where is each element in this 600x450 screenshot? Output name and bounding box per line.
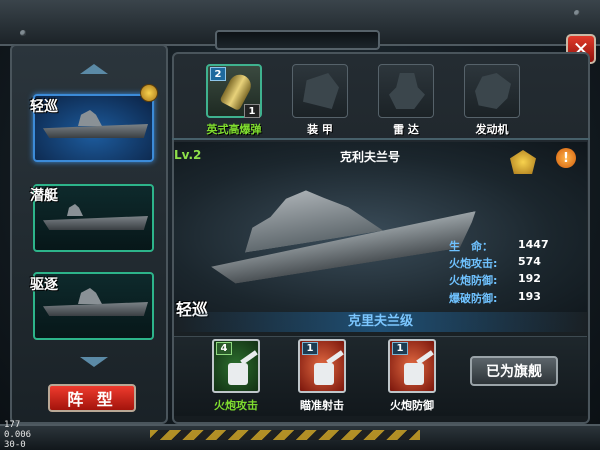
debug-readout: 0.006 — [4, 430, 32, 440]
turret-icon — [404, 363, 424, 385]
radar-icon — [389, 73, 425, 109]
skill-level: 4 — [216, 342, 232, 355]
ship-class-name: 克里夫兰级 — [174, 312, 587, 332]
ship-type-label: 驱逐 — [30, 277, 58, 293]
skill-slot-gun-attack[interactable]: 4 — [212, 339, 260, 393]
game-screen: ✕ 轻巡 潜艇 驱逐 阵 型 2 1 英式高爆弹 装 甲 雷 达 发动机 Lv.… — [0, 0, 600, 450]
title-slot — [215, 30, 380, 50]
armor-icon — [303, 73, 339, 109]
equip-count-bottom: 1 — [244, 104, 260, 118]
equip-label: 发动机 — [475, 123, 509, 136]
ship-thumbnail — [78, 288, 102, 304]
ship-thumbnail-hull — [43, 302, 148, 316]
stat-value: 193 — [518, 290, 541, 303]
ship-type-label: 潜艇 — [30, 188, 58, 204]
ship-thumbnail-hull — [43, 216, 148, 230]
rivet-decoration — [574, 10, 580, 16]
turret-icon — [314, 363, 334, 385]
ship-thumbnail — [78, 110, 102, 126]
stat-label: 爆破防御: — [449, 292, 498, 305]
skill-level: 1 — [392, 342, 408, 355]
info-alert-icon[interactable]: ! — [556, 148, 576, 168]
equip-label: 英式高爆弹 — [206, 123, 262, 136]
equip-slot-engine[interactable] — [464, 64, 520, 118]
ship-level: Lv.2 — [174, 148, 202, 162]
ship-thumbnail — [67, 204, 83, 216]
ship-type-label: 轻巡 — [30, 99, 58, 115]
equip-slot-armor[interactable] — [292, 64, 348, 118]
section-divider — [172, 138, 590, 140]
equip-label: 雷 达 — [393, 123, 419, 136]
skill-level: 1 — [302, 342, 318, 355]
formation-button[interactable]: 阵 型 — [48, 384, 136, 412]
ship-thumbnail-hull — [43, 124, 148, 138]
rank-medal-icon — [140, 84, 158, 102]
stat-label: 火炮防御: — [449, 274, 498, 287]
skill-label: 瞄准射击 — [300, 399, 344, 412]
engine-icon — [475, 73, 511, 109]
debug-readout: 177 — [4, 420, 21, 430]
stat-value: 574 — [518, 255, 541, 268]
flagship-button[interactable]: 已为旗舰 — [470, 356, 558, 386]
debug-readout: 30-0 — [4, 440, 26, 450]
stat-label: 生 命： — [449, 240, 493, 253]
equip-slot-shell[interactable]: 2 1 — [206, 64, 262, 118]
stat-label: 火炮攻击: — [449, 257, 498, 270]
top-frame — [0, 0, 600, 50]
turret-icon — [228, 363, 248, 385]
scroll-up-arrow-icon[interactable] — [80, 64, 108, 74]
skill-label: 火炮攻击 — [214, 399, 258, 412]
hazard-stripe — [150, 430, 420, 440]
skill-label: 火炮防御 — [390, 399, 434, 412]
skill-slot-gun-defense[interactable]: 1 — [388, 339, 436, 393]
equip-count-top: 2 — [210, 67, 226, 81]
stat-value: 192 — [518, 272, 541, 285]
scroll-down-arrow-icon[interactable] — [80, 357, 108, 367]
equip-label: 装 甲 — [307, 123, 333, 136]
equip-slot-radar[interactable] — [378, 64, 434, 118]
skill-slot-aimed-shot[interactable]: 1 — [298, 339, 346, 393]
stat-value: 1447 — [518, 238, 549, 251]
rivet-decoration — [20, 30, 26, 36]
ship-name: 克利夫兰号 — [339, 150, 400, 164]
